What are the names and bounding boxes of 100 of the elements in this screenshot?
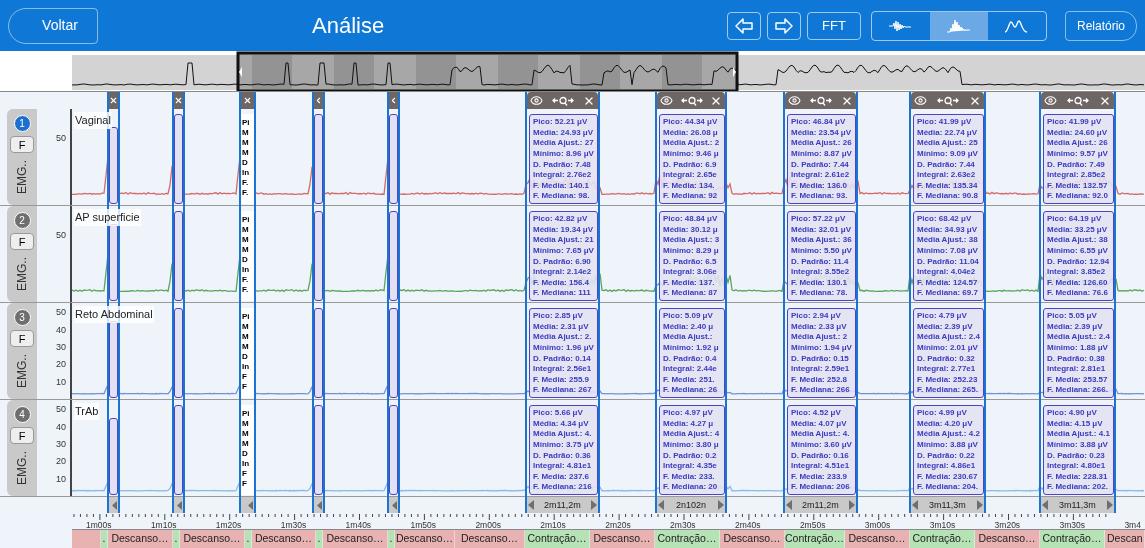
- phase-segment[interactable]: .: [101, 530, 108, 548]
- next-button[interactable]: [767, 11, 801, 40]
- marker-handle[interactable]: [109, 497, 118, 514]
- left-triangle-icon[interactable]: [528, 500, 534, 511]
- phase-segment[interactable]: Descanso…: [395, 530, 455, 548]
- phase-segment[interactable]: .: [316, 530, 323, 548]
- left-triangle-icon[interactable]: [177, 500, 182, 510]
- phase-segment[interactable]: Descanso…: [323, 530, 388, 548]
- filter-button[interactable]: F: [10, 330, 34, 348]
- filter-button[interactable]: F: [10, 427, 34, 445]
- marker-handle[interactable]: [241, 497, 254, 514]
- phase-segment[interactable]: Descanso…: [108, 530, 173, 548]
- y-tick-label: 40: [56, 420, 67, 434]
- marker-handle[interactable]: [314, 497, 323, 514]
- phase-segment[interactable]: Descanso…: [590, 530, 655, 548]
- right-triangle-icon[interactable]: [590, 500, 597, 511]
- phase-segment[interactable]: Contração…: [525, 530, 590, 548]
- phase-segment[interactable]: .: [245, 530, 252, 548]
- phase-segment[interactable]: Descanso…: [845, 530, 910, 548]
- readout-line: Integral: 2.63e2: [917, 170, 977, 181]
- phase-segment[interactable]: Contração…: [1040, 530, 1105, 548]
- phase-segment[interactable]: Descanso…: [180, 530, 245, 548]
- right-triangle-icon[interactable]: [848, 500, 855, 511]
- readout-line: Média Ajust.: 2: [791, 332, 849, 344]
- right-triangle-icon[interactable]: [718, 500, 724, 511]
- phase-segment[interactable]: .: [173, 530, 180, 548]
- readout-line: F.: [242, 275, 250, 286]
- left-triangle-icon[interactable]: [248, 500, 253, 510]
- phase-segment[interactable]: Descanso…: [455, 530, 525, 548]
- left-triangle-icon[interactable]: [786, 500, 792, 511]
- phase-segment[interactable]: Descan: [1105, 530, 1145, 548]
- left-triangle-icon[interactable]: [112, 500, 117, 510]
- duration-handle[interactable]: 3m11,3m: [911, 497, 984, 514]
- left-triangle-icon[interactable]: [317, 500, 322, 510]
- marker-handle[interactable]: [174, 497, 183, 514]
- channel-number[interactable]: 4: [13, 406, 31, 424]
- channel-number[interactable]: 1: [13, 115, 31, 133]
- eye-icon[interactable]: [1044, 94, 1057, 108]
- time-label: 2m40s: [735, 519, 761, 532]
- zoom-arrows-icon[interactable]: [809, 95, 832, 106]
- eye-icon[interactable]: [914, 94, 927, 108]
- left-triangle-icon[interactable]: [392, 500, 397, 510]
- time-label: 3m10s: [929, 519, 956, 532]
- marker-handle[interactable]: [174, 92, 183, 110]
- duration-handle[interactable]: 2m11,2m: [785, 497, 856, 514]
- y-tick-label: 10: [56, 472, 67, 486]
- readout-line: F. Mediana: 202.: [1047, 482, 1109, 493]
- previous-button[interactable]: [727, 11, 761, 40]
- right-triangle-icon[interactable]: [976, 500, 983, 511]
- duration-handle[interactable]: 2m11,2m: [527, 497, 598, 514]
- readout-line: Integral: 2.85e2: [1047, 170, 1107, 181]
- marker-handle[interactable]: [389, 92, 398, 110]
- channel-number[interactable]: 2: [13, 212, 31, 230]
- readout-line: F. Mediana: 87: [663, 288, 719, 299]
- filter-button[interactable]: F: [10, 233, 34, 251]
- report-button[interactable]: Relatório: [1065, 10, 1137, 41]
- eye-icon[interactable]: [530, 94, 543, 108]
- overview-drawing[interactable]: [72, 51, 1145, 92]
- readout-line: F. Mediana: 204.: [917, 482, 979, 493]
- phase-segment[interactable]: Contração…: [785, 530, 845, 548]
- marker-handle[interactable]: [389, 497, 398, 514]
- time-label: 3m4: [1124, 519, 1141, 532]
- zoom-arrows-icon[interactable]: [680, 95, 703, 106]
- readout-line: Média: 32.01 μV: [791, 224, 852, 236]
- zoom-arrows-icon[interactable]: [1066, 95, 1089, 106]
- left-triangle-icon[interactable]: [658, 500, 664, 511]
- phase-segment[interactable]: Descanso…: [975, 530, 1040, 548]
- phase-segment[interactable]: .: [388, 530, 395, 548]
- readout-line: Pico: 5.09 μV: [663, 311, 714, 322]
- view-toggle-option[interactable]: [930, 11, 988, 40]
- phase-segment[interactable]: Contração…: [655, 530, 720, 548]
- readout-line: F. Media: 251.: [663, 374, 716, 386]
- filter-button[interactable]: F: [10, 136, 34, 154]
- chevron-left-icon[interactable]: [389, 96, 398, 106]
- phase-segment[interactable]: Descanso…: [720, 530, 785, 548]
- readout-line: Média Ajust.:: [663, 332, 714, 344]
- channel-number[interactable]: 3: [13, 309, 31, 327]
- marker-handle[interactable]: [109, 92, 118, 110]
- phase-segment[interactable]: Contração…: [910, 530, 975, 548]
- close-icon[interactable]: [243, 96, 252, 106]
- chevron-left-icon[interactable]: [314, 96, 323, 106]
- duration-handle[interactable]: 2n102n: [657, 497, 725, 514]
- zoom-arrows-icon[interactable]: [936, 95, 959, 106]
- close-icon[interactable]: [109, 96, 118, 106]
- zoom-arrows-icon[interactable]: [551, 95, 574, 106]
- readout-line: D. Padrão: 0.23: [1047, 450, 1106, 462]
- readout-line: F. Media: 230.67: [917, 471, 979, 483]
- left-triangle-icon[interactable]: [1042, 500, 1048, 511]
- close-icon[interactable]: [174, 96, 183, 106]
- marker-handle[interactable]: [314, 92, 323, 110]
- left-triangle-icon[interactable]: [912, 500, 918, 511]
- readout-line: Pico: 5.05 μV: [1047, 311, 1098, 322]
- fft-button[interactable]: FFT: [807, 11, 861, 40]
- eye-icon[interactable]: [788, 94, 801, 108]
- marker-handle[interactable]: [241, 92, 254, 110]
- phase-segment[interactable]: Descanso…: [252, 530, 316, 548]
- eye-icon[interactable]: [660, 94, 673, 108]
- readout-line: Integral: 2.77e1: [917, 364, 977, 375]
- duration-handle[interactable]: 3m11,3m: [1041, 497, 1114, 514]
- right-triangle-icon[interactable]: [1106, 500, 1113, 511]
